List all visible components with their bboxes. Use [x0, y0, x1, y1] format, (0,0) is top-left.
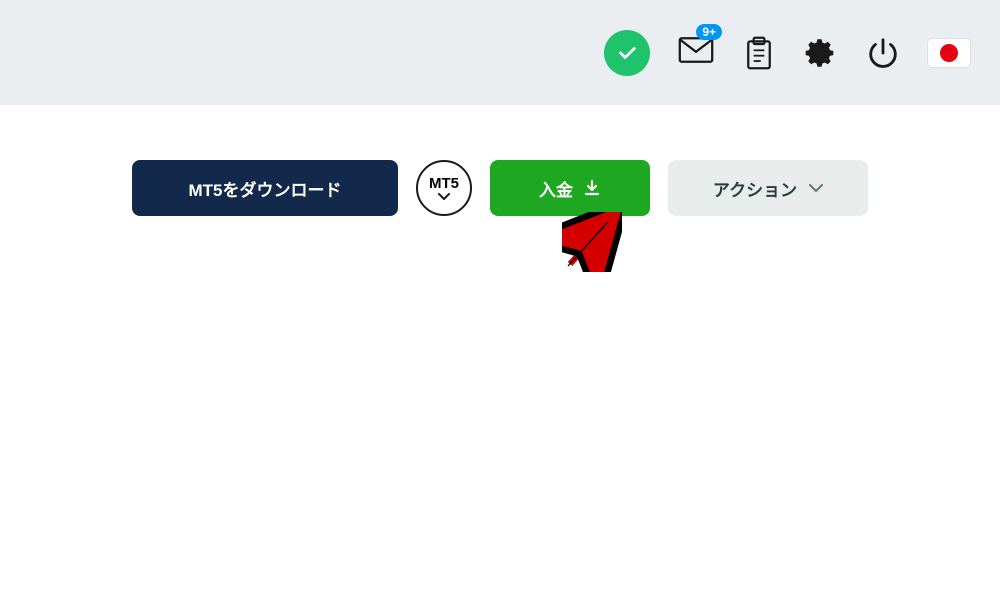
- language-flag-japan[interactable]: [928, 39, 970, 67]
- status-verified-icon[interactable]: [604, 30, 650, 76]
- download-icon: [583, 179, 601, 197]
- flag-japan-icon: [940, 44, 958, 62]
- deposit-label: 入金: [539, 176, 573, 201]
- platform-mt5-button[interactable]: MT5: [416, 160, 472, 216]
- download-mt5-label: MT5をダウンロード: [189, 176, 342, 201]
- notification-badge: 9+: [696, 24, 722, 40]
- action-dropdown[interactable]: アクション: [668, 160, 868, 216]
- deposit-button[interactable]: 入金: [490, 160, 650, 216]
- chevron-down-icon: [438, 193, 450, 201]
- mail-button[interactable]: 9+: [678, 32, 714, 73]
- annotation-arrow-icon: [562, 212, 622, 272]
- topbar: 9+: [0, 0, 1000, 105]
- clipboard-button[interactable]: [742, 36, 776, 70]
- power-button[interactable]: [866, 36, 900, 70]
- action-label: アクション: [713, 176, 797, 201]
- platform-mt5-label: MT5: [429, 176, 459, 191]
- settings-button[interactable]: [804, 36, 838, 70]
- content-row: MT5をダウンロード MT5 入金 アクション: [0, 105, 1000, 216]
- download-mt5-button[interactable]: MT5をダウンロード: [132, 160, 398, 216]
- chevron-down-icon: [809, 184, 823, 193]
